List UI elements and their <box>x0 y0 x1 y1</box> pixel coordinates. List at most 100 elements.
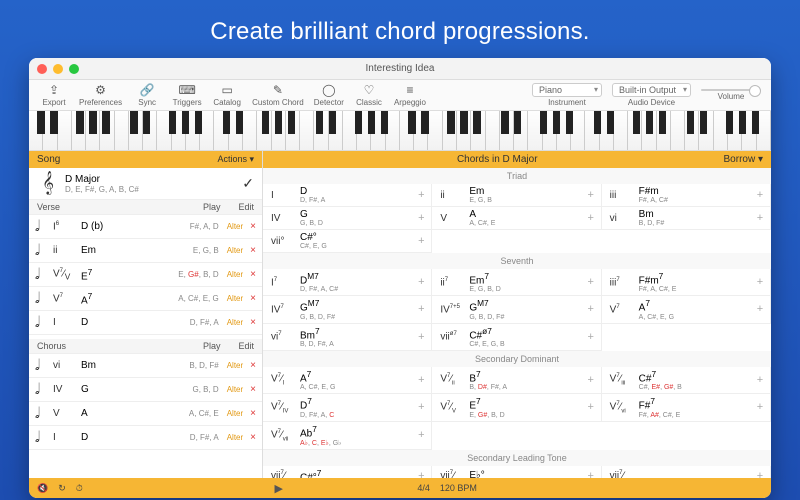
white-key[interactable] <box>486 111 500 150</box>
add-icon[interactable]: + <box>415 303 427 315</box>
white-key[interactable] <box>129 111 143 150</box>
chord-cell[interactable]: IDD, F#, A+ <box>263 184 432 207</box>
white-key[interactable] <box>557 111 571 150</box>
chord-cell[interactable]: iiEmE, G, B+ <box>432 184 601 207</box>
play-button[interactable]: ▶ <box>274 482 282 495</box>
alter-button[interactable]: Alter <box>227 409 243 418</box>
delete-button[interactable]: × <box>250 269 256 280</box>
chord-cell[interactable]: vii7⁄E♭°+ <box>432 466 601 478</box>
white-key[interactable] <box>728 111 742 150</box>
white-key[interactable] <box>528 111 542 150</box>
white-key[interactable] <box>257 111 271 150</box>
add-icon[interactable]: + <box>415 189 427 201</box>
white-key[interactable] <box>585 111 599 150</box>
chord-cell[interactable]: iii7F#m7F#, A, C#, E+ <box>602 269 771 296</box>
add-icon[interactable]: + <box>415 212 427 224</box>
alter-button[interactable]: Alter <box>227 433 243 442</box>
white-key[interactable] <box>157 111 171 150</box>
add-icon[interactable]: + <box>585 374 597 386</box>
alter-button[interactable]: Alter <box>227 246 243 255</box>
add-icon[interactable]: + <box>585 303 597 315</box>
white-key[interactable] <box>300 111 314 150</box>
white-key[interactable] <box>43 111 57 150</box>
preferences-button[interactable]: ⚙Preferences <box>79 83 122 107</box>
white-key[interactable] <box>357 111 371 150</box>
alter-button[interactable]: Alter <box>227 385 243 394</box>
instrument-select[interactable]: Piano <box>532 83 602 97</box>
white-key[interactable] <box>443 111 457 150</box>
delete-button[interactable]: × <box>250 384 256 395</box>
export-button[interactable]: ⇪Export <box>39 83 69 107</box>
song-row[interactable]: 𝅗𝅥IVGG, B, DAlter× <box>29 378 262 402</box>
add-icon[interactable]: + <box>415 470 427 478</box>
verse-edit[interactable]: Edit <box>238 202 254 212</box>
white-key[interactable] <box>386 111 400 150</box>
white-key[interactable] <box>571 111 585 150</box>
add-icon[interactable]: + <box>754 374 766 386</box>
song-row[interactable]: 𝅗𝅥IDD, F#, AAlter× <box>29 426 262 450</box>
white-key[interactable] <box>471 111 485 150</box>
chord-cell[interactable]: V7⁄VE7E, G#, B, D+ <box>432 394 601 421</box>
chord-cell[interactable]: VAA, C#, E+ <box>432 207 601 230</box>
delete-button[interactable]: × <box>250 317 256 328</box>
custom-chord-button[interactable]: ✎Custom Chord <box>252 83 304 107</box>
white-key[interactable] <box>172 111 186 150</box>
add-icon[interactable]: + <box>415 401 427 413</box>
white-key[interactable] <box>343 111 357 150</box>
add-icon[interactable]: + <box>754 276 766 288</box>
white-key[interactable] <box>514 111 528 150</box>
white-key[interactable] <box>314 111 328 150</box>
chord-cell[interactable]: vi7Bm7B, D, F#, A+ <box>263 324 432 351</box>
white-key[interactable] <box>29 111 43 150</box>
song-row[interactable]: 𝅗𝅥V7A7A, C#, E, GAlter× <box>29 287 262 311</box>
time-signature[interactable]: 4/4 <box>417 483 430 493</box>
white-key[interactable] <box>699 111 713 150</box>
delete-button[interactable]: × <box>250 293 256 304</box>
white-key[interactable] <box>628 111 642 150</box>
chord-cell[interactable]: IV7GM7G, B, D, F#+ <box>263 296 432 323</box>
chord-cell[interactable]: ii7Em7E, G, B, D+ <box>432 269 601 296</box>
white-key[interactable] <box>543 111 557 150</box>
audio-device-select[interactable]: Built-in Output <box>612 83 691 97</box>
add-icon[interactable]: + <box>585 212 597 224</box>
white-key[interactable] <box>329 111 343 150</box>
delete-button[interactable]: × <box>250 221 256 232</box>
song-row[interactable]: 𝅗𝅥viBmB, D, F#Alter× <box>29 354 262 378</box>
delete-button[interactable]: × <box>250 360 256 371</box>
chord-cell[interactable]: V7⁄IVD7D, F#, A, C+ <box>263 394 432 421</box>
white-key[interactable] <box>229 111 243 150</box>
arpeggio-button[interactable]: ≡Arpeggio <box>394 83 426 107</box>
alter-button[interactable]: Alter <box>227 270 243 279</box>
triggers-button[interactable]: ⌨Triggers <box>172 83 202 107</box>
white-key[interactable] <box>714 111 728 150</box>
song-row[interactable]: 𝅗𝅥iiEmE, G, BAlter× <box>29 239 262 263</box>
chord-cell[interactable]: viiø7C#ø7C#, E, G, B+ <box>432 324 601 351</box>
delete-button[interactable]: × <box>250 432 256 443</box>
add-icon[interactable]: + <box>585 276 597 288</box>
white-key[interactable] <box>143 111 157 150</box>
song-row[interactable]: 𝅗𝅥V7⁄VE7E, G#, B, DAlter× <box>29 263 262 287</box>
sync-button[interactable]: 🔗Sync <box>132 83 162 107</box>
chord-cell[interactable]: V7⁄viF#7F#, A#, C#, E+ <box>602 394 771 421</box>
add-icon[interactable]: + <box>415 331 427 343</box>
white-key[interactable] <box>86 111 100 150</box>
chord-cell[interactable]: V7⁄iiB7B, D#, F#, A+ <box>432 367 601 394</box>
white-key[interactable] <box>757 111 771 150</box>
white-key[interactable] <box>272 111 286 150</box>
chord-cell[interactable]: V7⁄iiiC#7C#, E#, G#, B+ <box>602 367 771 394</box>
chord-cell[interactable]: V7⁄IA7A, C#, E, G+ <box>263 367 432 394</box>
alter-button[interactable]: Alter <box>227 318 243 327</box>
borrow-button[interactable]: Borrow ▾ <box>724 154 763 165</box>
add-icon[interactable]: + <box>754 401 766 413</box>
white-key[interactable] <box>200 111 214 150</box>
add-icon[interactable]: + <box>585 401 597 413</box>
chord-cell[interactable]: viBmB, D, F#+ <box>602 207 771 230</box>
add-icon[interactable]: + <box>754 470 766 478</box>
white-key[interactable] <box>243 111 257 150</box>
white-key[interactable] <box>115 111 129 150</box>
delete-button[interactable]: × <box>250 408 256 419</box>
chord-cell[interactable]: vii°C#°C#, E, G+ <box>263 230 432 253</box>
tempo[interactable]: 120 BPM <box>440 483 477 493</box>
white-key[interactable] <box>286 111 300 150</box>
add-icon[interactable]: + <box>585 189 597 201</box>
